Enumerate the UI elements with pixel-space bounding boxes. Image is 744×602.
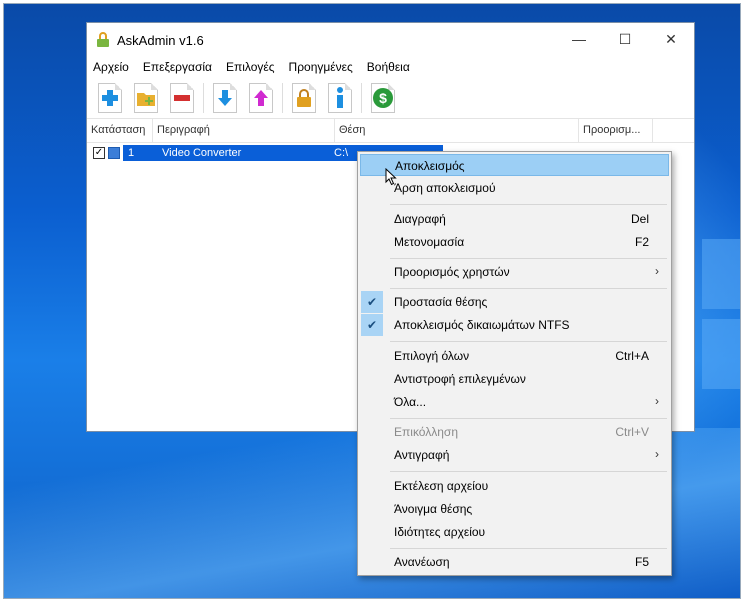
add-button[interactable] bbox=[95, 82, 125, 114]
menu-separator bbox=[390, 258, 667, 259]
minimize-button[interactable]: — bbox=[556, 23, 602, 55]
windows-logo-pane bbox=[702, 319, 740, 389]
menu-options[interactable]: Επιλογές bbox=[226, 60, 275, 74]
column-status[interactable]: Κατάσταση bbox=[87, 119, 153, 142]
list-header: Κατάσταση Περιγραφή Θέση Προορισμ... bbox=[87, 119, 694, 143]
remove-button[interactable] bbox=[167, 82, 197, 114]
menu-item-label: Επιλογή όλων bbox=[394, 349, 470, 363]
row-location: C:\ bbox=[334, 147, 349, 159]
program-icon bbox=[108, 147, 120, 159]
menu-help[interactable]: Βοήθεια bbox=[367, 60, 410, 74]
menu-item-all[interactable]: Όλα... › bbox=[360, 391, 669, 413]
context-menu: Αποκλεισμός Άρση αποκλεισμού Διαγραφή De… bbox=[357, 151, 672, 576]
menu-item-label: Ιδιότητες αρχείου bbox=[394, 525, 486, 539]
menu-separator bbox=[390, 341, 667, 342]
row-number: 1 bbox=[128, 147, 135, 159]
menu-item-shortcut: Del bbox=[630, 212, 649, 226]
remove-icon bbox=[174, 94, 190, 101]
donate-button[interactable]: $ bbox=[368, 82, 398, 114]
menu-edit[interactable]: Επεξεργασία bbox=[143, 60, 212, 74]
arrow-up-icon bbox=[254, 89, 268, 106]
menu-item-shortcut: Ctrl+V bbox=[615, 425, 649, 439]
checkmark-icon: ✔ bbox=[361, 314, 383, 336]
add-icon bbox=[102, 89, 118, 106]
menu-item-label: Προστασία θέσης bbox=[394, 295, 488, 309]
menu-separator bbox=[390, 418, 667, 419]
menu-file[interactable]: Αρχείο bbox=[93, 60, 129, 74]
menu-item-select-all[interactable]: Επιλογή όλων Ctrl+A bbox=[360, 345, 669, 367]
menu-item-unblock[interactable]: Άρση αποκλεισμού bbox=[360, 177, 669, 199]
row-description: Video Converter bbox=[162, 147, 242, 159]
menu-item-label: Επικόλληση bbox=[394, 425, 459, 439]
menu-item-label: Όλα... bbox=[394, 395, 427, 409]
toolbar: $ bbox=[87, 77, 694, 119]
menu-item-copy[interactable]: Αντιγραφή › bbox=[360, 444, 669, 466]
column-location[interactable]: Θέση bbox=[335, 119, 579, 142]
menu-item-shortcut: F2 bbox=[634, 235, 649, 249]
move-up-button[interactable] bbox=[246, 82, 276, 114]
title-bar[interactable]: AskAdmin v1.6 — ☐ ✕ bbox=[87, 23, 694, 57]
menu-item-delete[interactable]: Διαγραφή Del bbox=[360, 208, 669, 230]
lock-button[interactable] bbox=[289, 82, 319, 114]
move-down-button[interactable] bbox=[210, 82, 240, 114]
menu-item-run-file[interactable]: Εκτέλεση αρχείου bbox=[360, 475, 669, 497]
add-folder-icon bbox=[137, 92, 155, 106]
menu-separator bbox=[390, 288, 667, 289]
arrow-down-icon bbox=[218, 89, 232, 106]
dollar-icon: $ bbox=[373, 87, 393, 108]
menu-item-protect-location[interactable]: ✔ Προστασία θέσης bbox=[360, 291, 669, 313]
menu-item-label: Εκτέλεση αρχείου bbox=[394, 479, 489, 493]
menu-item-block[interactable]: Αποκλεισμός bbox=[360, 154, 669, 176]
mouse-cursor-icon bbox=[385, 168, 397, 186]
menu-item-invert-selection[interactable]: Αντιστροφή επιλεγμένων bbox=[360, 368, 669, 390]
menu-separator bbox=[390, 548, 667, 549]
close-button[interactable]: ✕ bbox=[648, 23, 694, 55]
menu-separator bbox=[390, 471, 667, 472]
menu-item-label: Άρση αποκλεισμού bbox=[394, 181, 496, 195]
menu-item-label: Μετονομασία bbox=[394, 235, 465, 249]
svg-text:$: $ bbox=[379, 90, 387, 106]
menu-item-paste[interactable]: Επικόλληση Ctrl+V bbox=[360, 421, 669, 443]
checkmark-icon: ✔ bbox=[361, 291, 383, 313]
menu-item-label: Αντιστροφή επιλεγμένων bbox=[394, 372, 526, 386]
menu-item-label: Αποκλεισμός bbox=[395, 159, 465, 173]
lock-icon bbox=[297, 88, 311, 107]
info-button[interactable] bbox=[325, 82, 355, 114]
column-description[interactable]: Περιγραφή bbox=[153, 119, 335, 142]
menu-item-label: Διαγραφή bbox=[394, 212, 446, 226]
menu-item-label: Αντιγραφή bbox=[394, 448, 450, 462]
app-icon bbox=[97, 32, 109, 47]
submenu-arrow-icon: › bbox=[655, 394, 659, 408]
windows-logo-pane bbox=[702, 239, 740, 309]
menu-item-label: Άνοιγμα θέσης bbox=[394, 502, 473, 516]
menu-item-label: Προορισμός χρηστών bbox=[394, 265, 510, 279]
menu-advanced[interactable]: Προηγμένες bbox=[289, 60, 353, 74]
menu-item-label: Αποκλεισμός δικαιωμάτων NTFS bbox=[394, 318, 570, 332]
menu-item-block-ntfs[interactable]: ✔ Αποκλεισμός δικαιωμάτων NTFS bbox=[360, 314, 669, 336]
submenu-arrow-icon: › bbox=[655, 447, 659, 461]
toolbar-separator bbox=[361, 82, 362, 113]
menu-item-user-destination[interactable]: Προορισμός χρηστών › bbox=[360, 261, 669, 283]
menu-item-label: Ανανέωση bbox=[394, 555, 450, 569]
toolbar-separator bbox=[282, 82, 283, 113]
submenu-arrow-icon: › bbox=[655, 264, 659, 278]
menu-item-rename[interactable]: Μετονομασία F2 bbox=[360, 231, 669, 253]
window-title: AskAdmin v1.6 bbox=[117, 32, 204, 48]
menu-item-file-properties[interactable]: Ιδιότητες αρχείου bbox=[360, 521, 669, 543]
menu-separator bbox=[390, 204, 667, 205]
add-folder-button[interactable] bbox=[131, 82, 161, 114]
menu-item-refresh[interactable]: Ανανέωση F5 bbox=[360, 551, 669, 573]
menu-item-open-location[interactable]: Άνοιγμα θέσης bbox=[360, 498, 669, 520]
menu-item-shortcut: Ctrl+A bbox=[615, 349, 649, 363]
menu-item-shortcut: F5 bbox=[634, 555, 649, 569]
menu-bar: Αρχείο Επεξεργασία Επιλογές Προηγμένες Β… bbox=[87, 57, 694, 77]
row-checkbox[interactable]: ✓ bbox=[93, 147, 105, 159]
maximize-button[interactable]: ☐ bbox=[602, 23, 648, 55]
info-icon bbox=[337, 86, 343, 108]
toolbar-separator bbox=[203, 82, 204, 113]
column-destination[interactable]: Προορισμ... bbox=[579, 119, 653, 142]
